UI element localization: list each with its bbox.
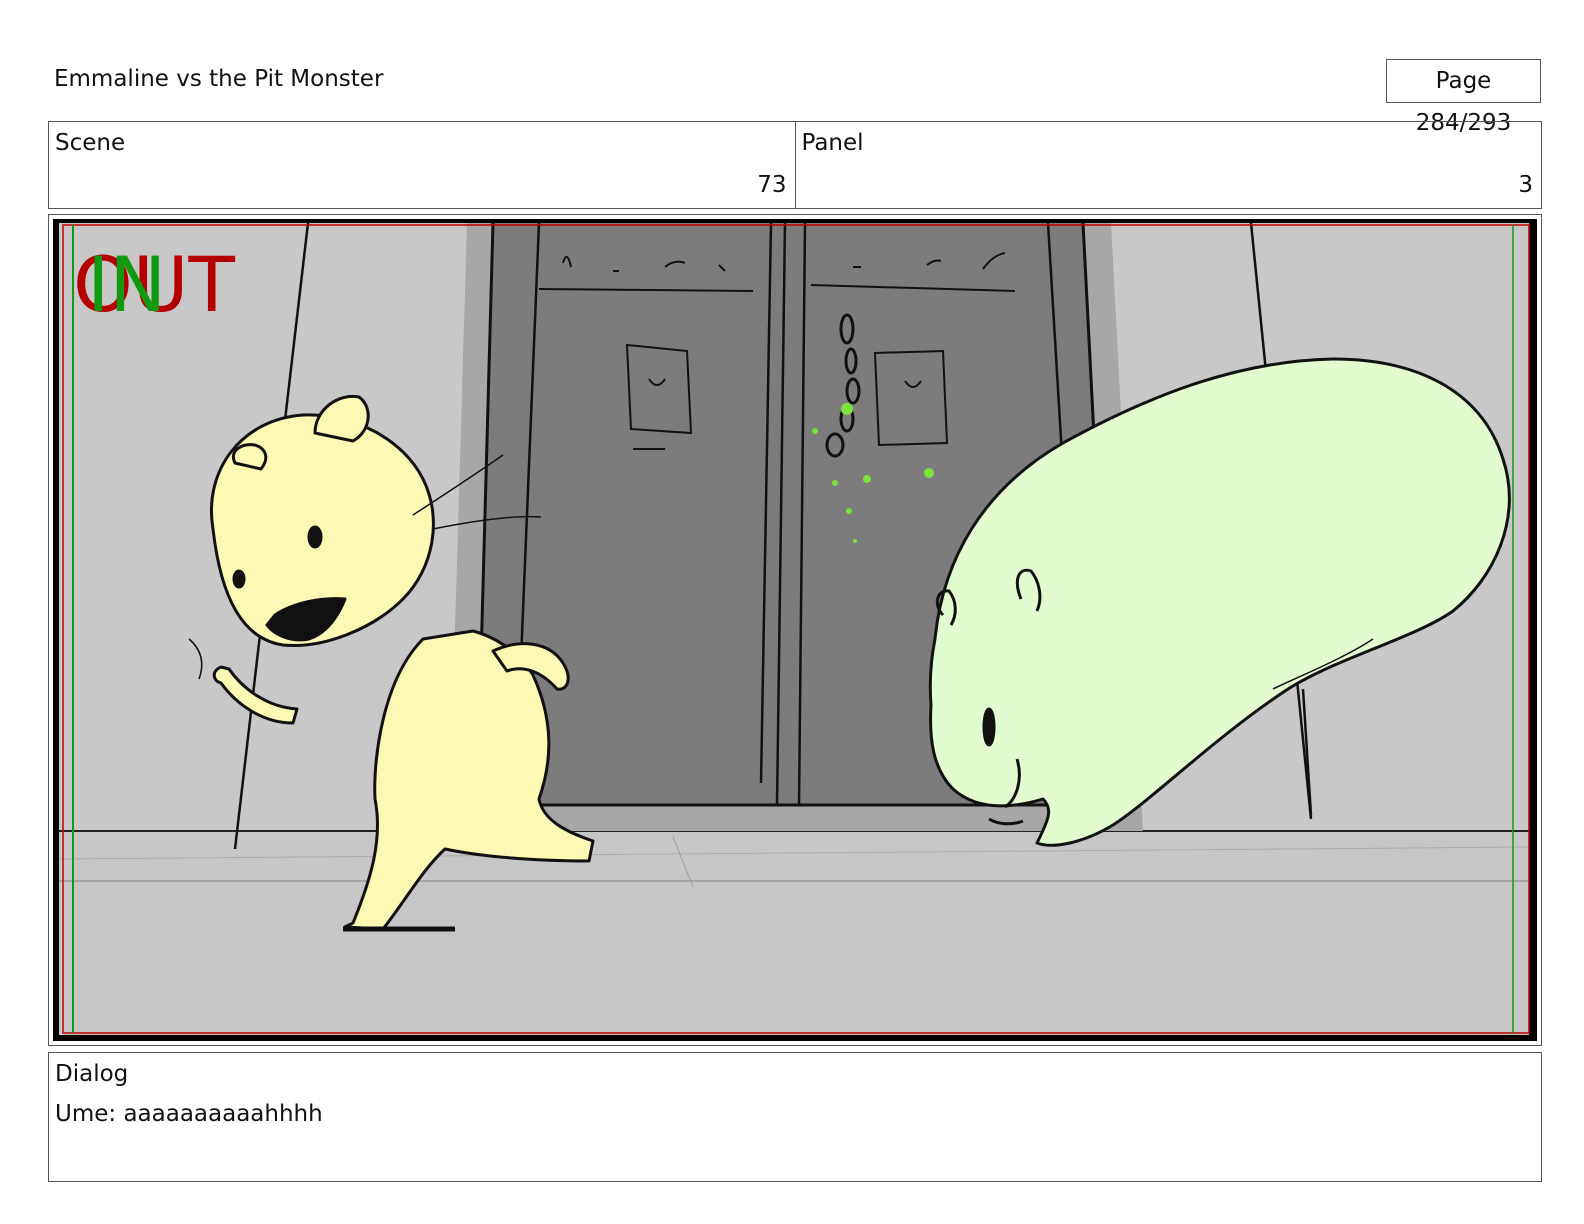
dialog-text: Ume: aaaaaaaaaahhhh [55,1101,323,1127]
page-indicator: Page 284/293 [1386,59,1541,136]
scene-panel-info: Scene 73 Panel 3 [48,121,1542,209]
scene-number: 73 [757,172,787,198]
project-title: Emmaline vs the Pit Monster [54,66,384,92]
dialog-section: Dialog Ume: aaaaaaaaaahhhh [48,1052,1542,1182]
storyboard-panel: OUT IN [48,214,1542,1046]
floor [59,831,1529,1035]
dialog-label: Dialog [55,1061,129,1087]
panel-cell: Panel 3 [794,122,1542,208]
scene-label: Scene [55,130,126,156]
panel-label: Panel [801,130,864,156]
in-marker: IN [87,240,166,329]
panel-number: 3 [1518,172,1533,198]
panel-drawing: OUT IN [53,219,1537,1041]
scene-cell: Scene 73 [49,122,795,208]
